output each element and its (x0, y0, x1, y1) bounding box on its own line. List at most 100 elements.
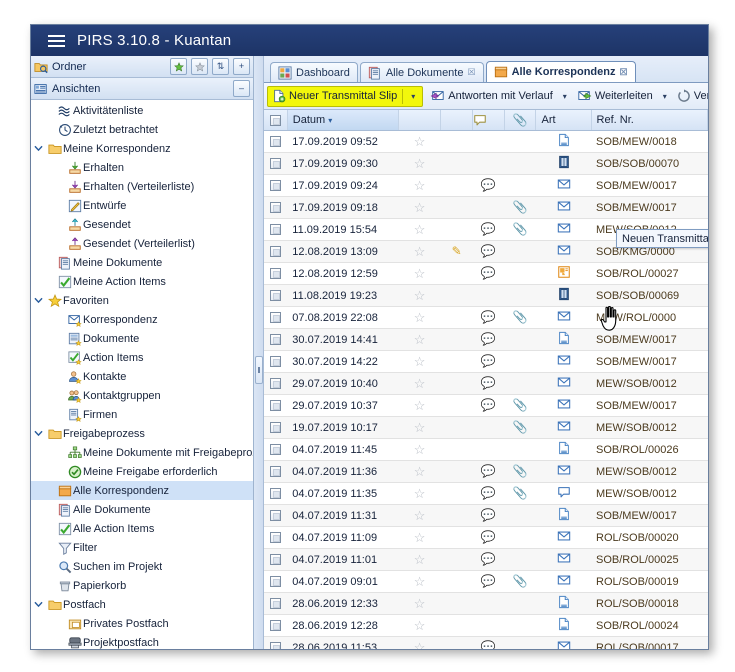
table-row[interactable]: 30.07.2019 14:22☆💬SOB/MEW/0017 (264, 351, 708, 373)
row-checkbox-cell[interactable] (264, 549, 287, 571)
row-checkbox-cell[interactable] (264, 197, 287, 219)
sidebar-item-alle-action-items[interactable]: Alle Action Items (31, 519, 253, 538)
cell-favorite[interactable]: ☆ (398, 241, 440, 263)
sidebar-item-meine-action-items[interactable]: Meine Action Items (31, 272, 253, 291)
sidebar-item-meine-dokumente[interactable]: Meine Dokumente (31, 253, 253, 272)
cell-favorite[interactable]: ☆ (398, 153, 440, 175)
table-row[interactable]: 04.07.2019 11:09☆💬ROL/SOB/00020 (264, 527, 708, 549)
row-checkbox[interactable] (270, 620, 281, 631)
column-header-attach[interactable]: 📎 (504, 110, 536, 131)
star-outline-icon[interactable]: ☆ (414, 310, 426, 325)
row-checkbox[interactable] (270, 202, 281, 213)
close-icon[interactable]: ☒ (619, 67, 627, 78)
table-row[interactable]: 04.07.2019 11:45☆SOB/ROL/00026 (264, 439, 708, 461)
row-checkbox-cell[interactable] (264, 351, 287, 373)
star-outline-icon[interactable]: ☆ (414, 288, 426, 303)
cell-favorite[interactable]: ☆ (398, 373, 440, 395)
cell-favorite[interactable]: ☆ (398, 439, 440, 461)
sort-descending-icon[interactable]: ▾ (328, 116, 332, 125)
row-checkbox-cell[interactable] (264, 615, 287, 637)
row-checkbox[interactable] (270, 532, 281, 543)
row-checkbox[interactable] (270, 400, 281, 411)
table-row[interactable]: 17.09.2019 09:18☆📎SOB/MEW/0017 (264, 197, 708, 219)
sidebar-item-privates-postfach[interactable]: Privates Postfach (31, 614, 253, 633)
cell-favorite[interactable]: ☆ (398, 483, 440, 505)
tab-alle-dokumente[interactable]: Alle Dokumente☒ (360, 62, 484, 82)
cell-favorite[interactable]: ☆ (398, 549, 440, 571)
star-outline-icon[interactable]: ☆ (414, 486, 426, 501)
star-outline-icon[interactable]: ☆ (414, 376, 426, 391)
cell-favorite[interactable]: ☆ (398, 527, 440, 549)
star-outline-icon[interactable]: ☆ (414, 442, 426, 457)
star-outline-icon[interactable]: ☆ (414, 596, 426, 611)
table-row[interactable]: 30.07.2019 14:41☆💬SOB/MEW/0017 (264, 329, 708, 351)
favorite-star-filled-icon[interactable] (170, 58, 187, 75)
sidebar-item-freigabeprozess[interactable]: Freigabeprozess (31, 424, 253, 443)
chevron-down-icon[interactable] (34, 429, 46, 438)
row-checkbox-cell[interactable] (264, 131, 287, 153)
row-checkbox-cell[interactable] (264, 439, 287, 461)
table-row[interactable]: 28.06.2019 12:33☆ROL/SOB/00018 (264, 593, 708, 615)
column-header-datum[interactable]: Datum ▾ (287, 110, 398, 131)
tab-dashboard[interactable]: Dashboard (270, 62, 358, 82)
sidebar-item-action-items[interactable]: Action Items (31, 348, 253, 367)
cell-favorite[interactable]: ☆ (398, 219, 440, 241)
row-checkbox[interactable] (270, 598, 281, 609)
star-outline-icon[interactable]: ☆ (414, 244, 426, 259)
row-checkbox[interactable] (270, 444, 281, 455)
chevron-down-icon[interactable] (34, 600, 46, 609)
cell-favorite[interactable]: ☆ (398, 263, 440, 285)
column-header-art[interactable]: Art (536, 110, 591, 131)
sidebar-item-korrespondenz[interactable]: Korrespondenz (31, 310, 253, 329)
row-checkbox-cell[interactable] (264, 307, 287, 329)
row-checkbox-cell[interactable] (264, 241, 287, 263)
sidebar-item-gesendet-verteilerlist[interactable]: Gesendet (Verteilerlist) (31, 234, 253, 253)
cell-favorite[interactable]: ☆ (398, 307, 440, 329)
row-checkbox[interactable] (270, 576, 281, 587)
forward-button[interactable]: Weiterleiten (572, 86, 658, 106)
row-checkbox[interactable] (270, 554, 281, 565)
star-outline-icon[interactable]: ☆ (414, 464, 426, 479)
star-outline-icon[interactable]: ☆ (414, 200, 426, 215)
new-transmittal-dropdown-caret[interactable]: ▾ (408, 92, 418, 101)
cell-favorite[interactable]: ☆ (398, 351, 440, 373)
refresh-icon[interactable]: ⇅ (212, 58, 229, 75)
table-row[interactable]: 29.07.2019 10:40☆💬MEW/SOB/0012 (264, 373, 708, 395)
star-outline-icon[interactable]: ☆ (414, 222, 426, 237)
sidebar-item-dokumente[interactable]: Dokumente (31, 329, 253, 348)
row-checkbox[interactable] (270, 312, 281, 323)
sidebar-item-filter[interactable]: Filter (31, 538, 253, 557)
table-row[interactable]: 28.06.2019 11:53☆💬ROL/SOB/00017 (264, 637, 708, 650)
chevron-down-icon[interactable] (34, 296, 46, 305)
hamburger-icon[interactable] (31, 35, 73, 47)
table-row[interactable]: 12.08.2019 12:59☆💬SOB/ROL/00027 (264, 263, 708, 285)
star-outline-icon[interactable]: ☆ (414, 398, 426, 413)
sidebar-item-alle-korrespondenz[interactable]: Alle Korrespondenz (31, 481, 253, 500)
row-checkbox[interactable] (270, 422, 281, 433)
cell-favorite[interactable]: ☆ (398, 329, 440, 351)
sidebar-item-entw-rfe[interactable]: Entwürfe (31, 196, 253, 215)
splitter-grip[interactable] (255, 356, 263, 384)
select-all-checkbox[interactable] (270, 115, 281, 126)
star-outline-icon[interactable]: ☆ (414, 134, 426, 149)
table-row[interactable]: 04.07.2019 11:35☆💬📎MEW/SOB/0012 (264, 483, 708, 505)
row-checkbox[interactable] (270, 180, 281, 191)
row-checkbox-cell[interactable] (264, 329, 287, 351)
row-checkbox[interactable] (270, 268, 281, 279)
add-icon[interactable]: + (233, 58, 250, 75)
cell-favorite[interactable]: ☆ (398, 615, 440, 637)
row-checkbox-cell[interactable] (264, 417, 287, 439)
star-outline-icon[interactable]: ☆ (414, 354, 426, 369)
star-outline-icon[interactable]: ☆ (414, 178, 426, 193)
cell-favorite[interactable]: ☆ (398, 131, 440, 153)
forward-dropdown-caret[interactable]: ▾ (660, 92, 670, 101)
row-checkbox-cell[interactable] (264, 571, 287, 593)
star-outline-icon[interactable]: ☆ (414, 332, 426, 347)
cell-favorite[interactable]: ☆ (398, 461, 440, 483)
sidebar-item-postfach[interactable]: Postfach (31, 595, 253, 614)
new-transmittal-slip-button[interactable]: Neuer Transmittal Slip ▾ (267, 86, 423, 107)
row-checkbox[interactable] (270, 246, 281, 257)
table-row[interactable]: 07.08.2019 22:08☆💬📎MEW/ROL/0000 (264, 307, 708, 329)
row-checkbox-cell[interactable] (264, 461, 287, 483)
sidebar-item-favoriten[interactable]: Favoriten (31, 291, 253, 310)
